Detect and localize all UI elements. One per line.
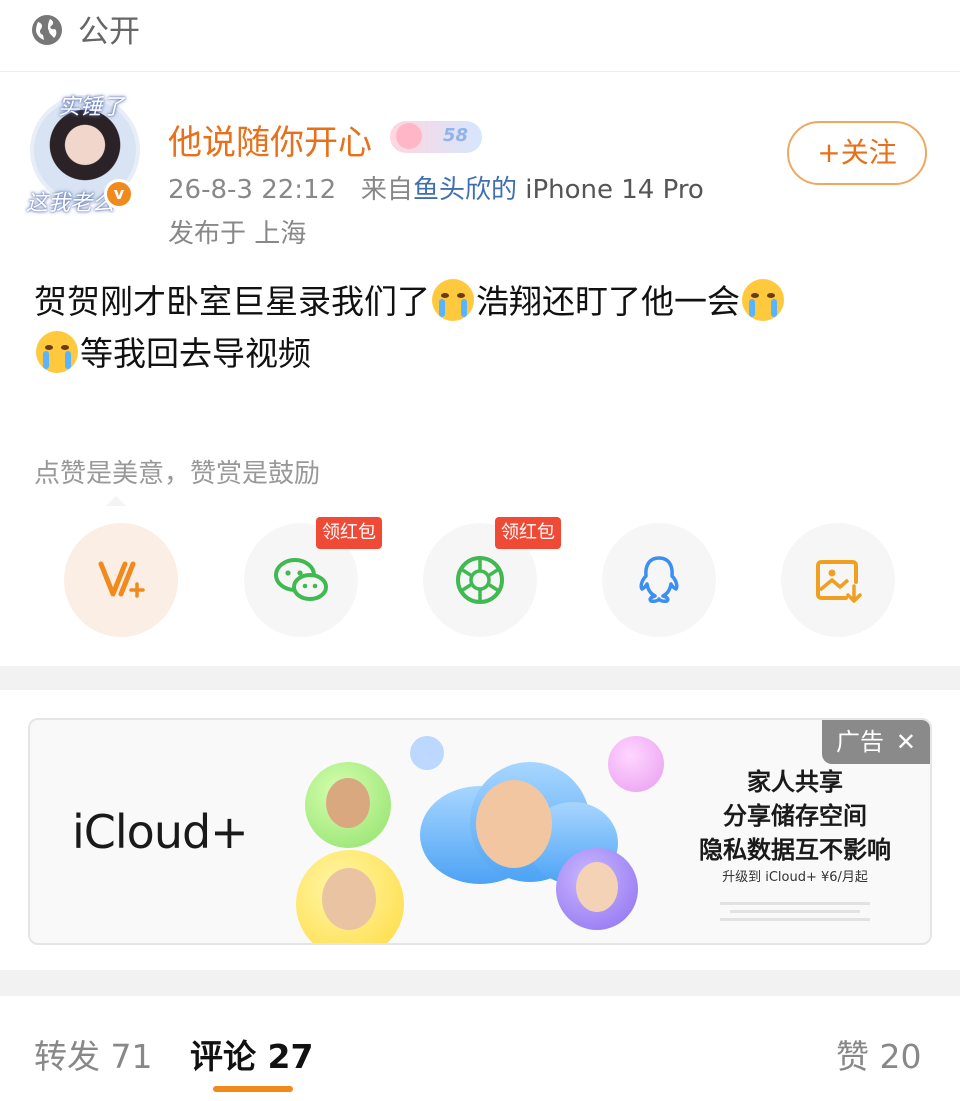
globe-icon xyxy=(32,15,62,45)
tab-repost[interactable]: 转发 71 xyxy=(34,1030,153,1078)
ad-line-1: 家人共享 xyxy=(747,768,843,796)
ad-line-3: 隐私数据互不影响 xyxy=(699,836,891,864)
avatar-sticker-text-bottom: 这我老么 xyxy=(26,191,115,216)
tab-repost-label: 转发 xyxy=(34,1037,100,1076)
ad-label-text: 广告 xyxy=(836,728,884,756)
source-prefix: 来自 xyxy=(360,175,413,205)
ad-label[interactable]: 广告 ✕ xyxy=(822,720,930,764)
vplus-share-button[interactable] xyxy=(64,523,178,637)
memoji-face xyxy=(476,780,552,868)
tab-like-label: 赞 xyxy=(836,1037,869,1076)
memoji-face xyxy=(322,868,376,930)
crying-emoji-icon xyxy=(742,279,784,321)
wechat-share-button[interactable]: 领红包 xyxy=(244,517,382,637)
content-text-1: 贺贺刚才卧室巨星录我们了 xyxy=(34,282,430,321)
post-timestamp: 26-8-3 22:12 xyxy=(168,175,337,205)
verified-badge-icon: v xyxy=(104,179,134,209)
section-divider xyxy=(0,666,960,690)
author-name[interactable]: 他说随你开心 xyxy=(168,115,372,164)
ad-banner[interactable]: iCloud+ 家人共享 分享储存空间 隐私数据互不影响 升级到 iCloud+… xyxy=(28,718,932,945)
qq-share-button[interactable] xyxy=(602,523,716,637)
qq-icon xyxy=(639,556,679,603)
device-name: iPhone 14 Pro xyxy=(525,175,704,205)
save-image-icon xyxy=(816,560,862,603)
close-icon[interactable]: ✕ xyxy=(896,720,916,764)
ad-subtext: 升级到 iCloud+ ¥6/月起 xyxy=(722,870,868,885)
memoji-bubble xyxy=(410,736,444,770)
section-divider xyxy=(0,970,960,996)
post-card: 实锤了 这我老么 v 他说随你开心 58 +关注 26-8-3 22:12 来自… xyxy=(0,73,960,666)
reward-hint: 点赞是美意，赞赏是鼓励 xyxy=(34,459,321,489)
memoji-face xyxy=(326,778,370,828)
post-meta: 26-8-3 22:12 来自鱼头欣的 iPhone 14 Pro xyxy=(168,169,704,206)
vplus-icon xyxy=(98,561,145,598)
red-packet-badge: 领红包 xyxy=(316,517,382,549)
tab-like-count: 20 xyxy=(879,1037,922,1076)
ad-line-2: 分享储存空间 xyxy=(723,802,867,830)
ad-fineprint xyxy=(720,902,870,905)
wechat-icon xyxy=(274,558,328,601)
tab-repost-count: 71 xyxy=(110,1037,153,1076)
follow-button[interactable]: +关注 xyxy=(787,121,927,185)
tab-comment[interactable]: 评论 27 xyxy=(190,1030,313,1078)
moments-share-button[interactable]: 领红包 xyxy=(423,517,561,637)
ad-brand: iCloud+ xyxy=(72,805,249,859)
post-content: 贺贺刚才卧室巨星录我们了 浩翔还盯了他一会等我回去导视频 xyxy=(34,276,914,380)
ad-fineprint xyxy=(730,910,860,913)
pig-badge-icon xyxy=(396,123,422,149)
tooltip-pointer xyxy=(106,496,126,506)
crying-emoji-icon xyxy=(432,279,474,321)
level-badge: 58 xyxy=(390,121,482,153)
memoji-face xyxy=(576,862,618,912)
red-packet-badge: 领红包 xyxy=(495,517,561,549)
tab-like[interactable]: 赞 20 xyxy=(836,1030,922,1078)
active-tab-indicator xyxy=(213,1086,293,1092)
save-image-button[interactable] xyxy=(781,523,895,637)
visibility-label: 公开 xyxy=(78,14,140,50)
memoji-bubble xyxy=(608,736,664,792)
moments-icon xyxy=(456,556,504,604)
share-row: 领红包 领红包 xyxy=(0,517,960,648)
content-text-2: 浩翔还盯了他一会 xyxy=(476,282,740,321)
tab-comment-count: 27 xyxy=(267,1037,314,1076)
tab-comment-label: 评论 xyxy=(190,1037,256,1076)
ad-fineprint xyxy=(720,918,870,921)
content-text-3: 等我回去导视频 xyxy=(80,334,311,373)
post-tabs: 转发 71 评论 27 赞 20 xyxy=(0,996,960,1101)
avatar-sticker-text-top: 实锤了 xyxy=(58,95,125,120)
visibility-bar[interactable]: 公开 xyxy=(0,0,960,72)
level-badge-value: 58 xyxy=(442,125,468,146)
crying-emoji-icon xyxy=(36,331,78,373)
source-link[interactable]: 鱼头欣的 xyxy=(413,175,517,205)
post-location: 发布于 上海 xyxy=(168,219,307,249)
